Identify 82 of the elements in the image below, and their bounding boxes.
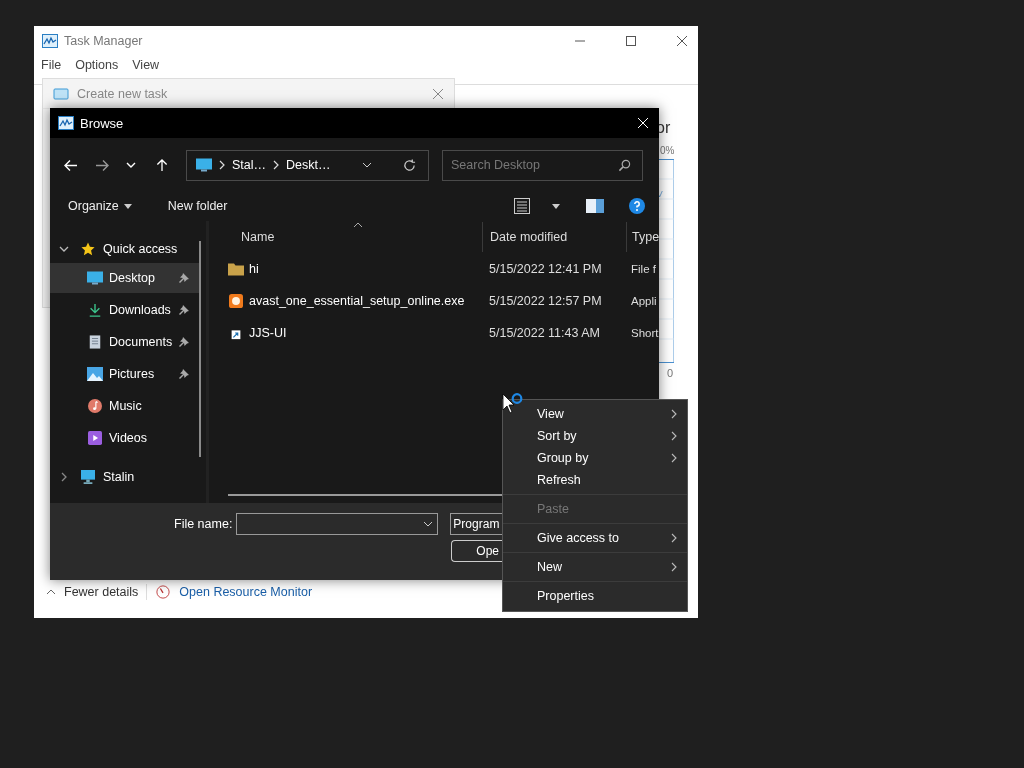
monitor-icon bbox=[196, 158, 212, 172]
nav-item[interactable]: Music bbox=[50, 391, 201, 421]
nav-item[interactable]: Pictures bbox=[50, 359, 201, 389]
back-icon[interactable] bbox=[64, 158, 78, 172]
chevron-right-icon bbox=[671, 562, 677, 572]
chevron-right-icon bbox=[671, 431, 677, 441]
chevron-right-icon bbox=[273, 160, 280, 170]
forward-icon[interactable] bbox=[95, 158, 109, 172]
menu-item[interactable]: New bbox=[503, 552, 687, 578]
nav-item[interactable]: Stalin bbox=[103, 470, 135, 484]
computer-icon bbox=[80, 470, 96, 484]
axis-label: 0% bbox=[660, 145, 675, 156]
refresh-icon[interactable] bbox=[403, 158, 416, 172]
date-cell-text: 5/15/2022 12:57 PM bbox=[488, 293, 603, 308]
column-header[interactable]: Date modified bbox=[482, 222, 626, 252]
window-title: Task Manager bbox=[64, 34, 143, 48]
file-name[interactable]: hi bbox=[249, 261, 259, 276]
maximize-icon[interactable] bbox=[625, 35, 637, 47]
dialog-title: Browse bbox=[80, 115, 124, 131]
menu-item[interactable]: Give access to bbox=[503, 523, 687, 549]
download-icon bbox=[87, 303, 103, 317]
file-name-field[interactable] bbox=[236, 513, 439, 535]
star-icon bbox=[80, 242, 96, 256]
nav-item[interactable]: Documents bbox=[50, 327, 201, 357]
chevron-right-icon bbox=[671, 533, 677, 543]
date-cell-text: 5/15/2022 11:43 AM bbox=[488, 325, 601, 340]
menu-item[interactable]: View bbox=[132, 58, 160, 76]
type-cell-text: File f bbox=[630, 262, 656, 275]
file-name-label: File name: bbox=[174, 517, 233, 531]
caret-down-icon[interactable] bbox=[552, 203, 560, 209]
resource-monitor-link[interactable]: Open Resource Monitor bbox=[179, 585, 313, 599]
column-header[interactable]: Name bbox=[209, 222, 482, 252]
caret-down-icon[interactable] bbox=[362, 162, 372, 168]
caret-down-icon[interactable] bbox=[423, 521, 434, 527]
fewer-details-button[interactable]: Fewer details bbox=[64, 585, 139, 599]
search-field[interactable]: Search Desktop bbox=[442, 149, 643, 181]
video-icon bbox=[87, 431, 103, 445]
help-icon[interactable] bbox=[629, 198, 645, 214]
dialog-title: Create new task bbox=[77, 86, 168, 101]
address-bar[interactable]: Stal… Deskt… bbox=[186, 149, 429, 181]
chevron-icon[interactable] bbox=[59, 244, 69, 254]
axis-label: 0 bbox=[667, 367, 674, 379]
sort-caret-icon bbox=[353, 222, 363, 228]
file-name[interactable]: avast_one_essential_setup_online.exe bbox=[249, 293, 465, 308]
image-icon bbox=[87, 367, 103, 381]
new-folder-button[interactable]: New folder bbox=[161, 196, 234, 216]
gauge-icon bbox=[155, 585, 172, 599]
app-icon bbox=[228, 293, 244, 308]
menu-item[interactable]: File bbox=[41, 58, 62, 76]
nav-item[interactable]: Downloads bbox=[50, 295, 201, 325]
folder-icon bbox=[228, 261, 244, 276]
menu-item[interactable]: Sort by bbox=[503, 425, 687, 447]
chart-icon bbox=[58, 116, 74, 130]
chevron-right-icon bbox=[671, 409, 677, 419]
breadcrumb-item[interactable]: Deskt… bbox=[286, 158, 331, 172]
chevron-right-icon bbox=[219, 160, 225, 170]
nav-item[interactable]: Quick access bbox=[103, 242, 178, 256]
monitor-icon bbox=[87, 271, 103, 285]
menu-item[interactable]: Refresh bbox=[503, 469, 687, 491]
list-view-icon[interactable] bbox=[514, 198, 530, 214]
caret-down-icon bbox=[123, 203, 132, 209]
nav-item[interactable]: Desktop bbox=[50, 263, 201, 293]
date-cell-text: 5/15/2022 12:41 PM bbox=[488, 261, 603, 276]
nav-item[interactable]: Videos bbox=[50, 423, 201, 453]
menu-item[interactable]: Options bbox=[75, 58, 119, 76]
organize-button[interactable]: Organize bbox=[62, 196, 138, 216]
chevron-right-icon bbox=[671, 453, 677, 463]
column-header[interactable]: Type bbox=[626, 222, 659, 252]
file-name[interactable]: JJS-UI bbox=[249, 325, 287, 340]
search-icon[interactable] bbox=[618, 158, 631, 172]
breadcrumb-item[interactable]: Stal… bbox=[232, 158, 267, 172]
caret-up-icon[interactable] bbox=[46, 589, 56, 595]
chevron-icon[interactable] bbox=[59, 472, 69, 482]
close-icon[interactable] bbox=[676, 35, 688, 47]
type-cell-text: Appli bbox=[630, 294, 657, 307]
music-icon bbox=[87, 399, 103, 413]
document-icon bbox=[87, 335, 103, 349]
up-icon[interactable] bbox=[155, 158, 169, 172]
menu-item[interactable]: Properties bbox=[503, 581, 687, 607]
menu-item[interactable]: Group by bbox=[503, 447, 687, 469]
chart-icon bbox=[42, 34, 58, 48]
type-cell-text: Short bbox=[630, 326, 659, 339]
